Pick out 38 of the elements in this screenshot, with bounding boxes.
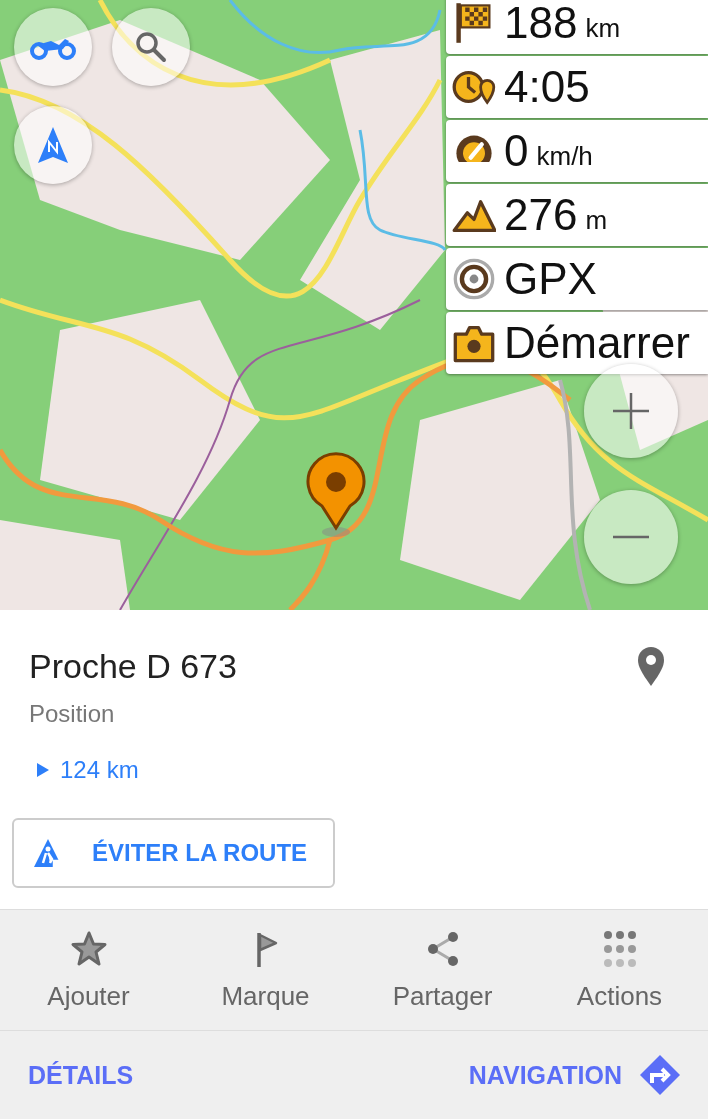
north-arrow-icon [38, 127, 68, 163]
distance-text: 124 km [60, 756, 139, 784]
map-info-widget[interactable]: 4:05 [446, 56, 708, 118]
avoid-road-button[interactable]: ÉVITER LA ROUTE [12, 818, 336, 888]
widget-unit: m [585, 205, 608, 236]
place-type: Position [29, 700, 116, 728]
widget-value: 188 [504, 0, 578, 48]
minus-icon [611, 535, 651, 539]
map-info-widget[interactable]: Démarrer [446, 312, 708, 374]
zoom-out-button[interactable] [584, 490, 678, 584]
map-info-widget[interactable]: GPX [446, 248, 708, 310]
motorcycle-profile-button[interactable] [14, 8, 92, 86]
widget-unit: km/h [536, 141, 593, 172]
action-button[interactable]: Partager [354, 910, 531, 1030]
plus-icon [611, 391, 651, 431]
zoom-in-button[interactable] [584, 364, 678, 458]
compass-button[interactable] [14, 106, 92, 184]
place-title: Proche D 673 [29, 646, 237, 686]
map-info-widget[interactable]: 188 km [446, 0, 708, 54]
details-button[interactable]: DÉTAILS [28, 1060, 134, 1090]
direction-triangle-icon [36, 762, 50, 778]
action-button[interactable]: Ajouter [0, 910, 177, 1030]
navigation-button[interactable]: NAVIGATION [468, 1053, 682, 1097]
widget-value: 0 [504, 126, 529, 176]
map-info-widget[interactable]: 0 km/h [446, 120, 708, 182]
map-info-widget[interactable]: 276 m [446, 184, 708, 246]
widget-value: 276 [504, 190, 578, 240]
turn-right-icon [638, 1053, 682, 1097]
widget-value: Démarrer [504, 318, 690, 368]
widget-value: 4:05 [504, 62, 590, 112]
action-button[interactable]: Actions [531, 910, 708, 1030]
search-button[interactable] [112, 8, 190, 86]
action-button[interactable]: Marque [177, 910, 354, 1030]
target-icon [452, 257, 496, 301]
map-pin-icon [636, 646, 666, 686]
search-icon [134, 30, 168, 64]
widget-value: GPX [504, 254, 597, 304]
widget-unit: km [585, 13, 621, 44]
